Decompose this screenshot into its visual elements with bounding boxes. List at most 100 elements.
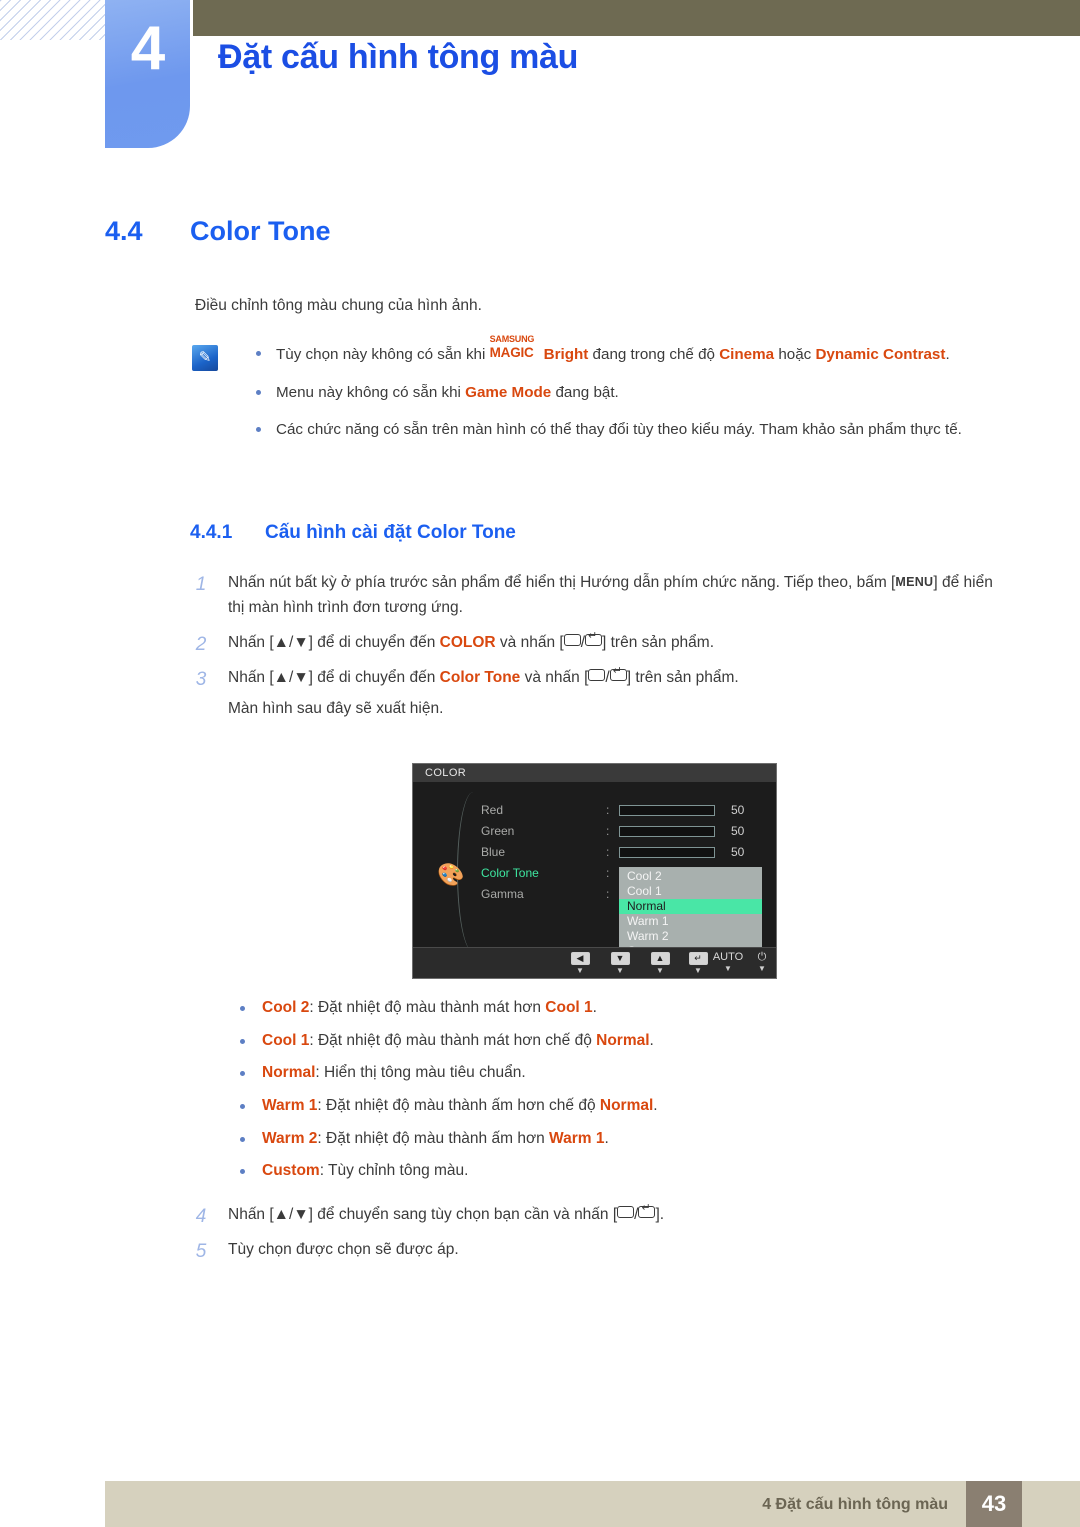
step-number: 3 <box>195 669 207 691</box>
osd-row-label: Blue <box>481 845 506 859</box>
chapter-title: Đặt cấu hình tông màu <box>218 38 579 76</box>
step-text: Nhấn [▲/▼] để di chuyển đến <box>228 669 440 687</box>
step-text-end: ] trên sản phẩm. <box>602 634 715 652</box>
osd-row-value: 50 <box>731 824 745 838</box>
note-list: Tùy chọn này không có sẵn khi SAMSUNG MAG… <box>246 334 996 456</box>
header-olive-bar <box>193 0 1080 36</box>
option-item-normal: Normal: Hiển thị tông màu tiêu chuẩn. <box>230 1062 970 1084</box>
option-desc: : Tùy chỉnh tông màu. <box>319 1162 469 1180</box>
intro-text: Điều chỉnh tông màu chung của hình ảnh. <box>195 297 482 314</box>
option-end: . <box>592 999 597 1016</box>
auto-label: AUTO <box>712 951 744 963</box>
step-item: 4 Nhấn [▲/▼] để chuyển sang tùy chọn bạn … <box>190 1202 1002 1227</box>
button-tick-icon: ▼ <box>616 966 624 975</box>
step-text: Nhấn nút bất kỳ ở phía trước sản phẩm để… <box>228 574 896 591</box>
step-list: 1 Nhấn nút bất kỳ ở phía trước sản phẩm đ… <box>190 570 1002 732</box>
source-key-icon <box>617 1206 635 1218</box>
note-pen-icon: ✎ <box>192 345 218 371</box>
button-tick-icon: ▼ <box>576 966 584 975</box>
osd-slider-green[interactable] <box>619 826 715 837</box>
footer-chapter-label: 4 Đặt cấu hình tông màu <box>762 1496 948 1513</box>
osd-slider-blue[interactable] <box>619 847 715 858</box>
step-note-text: Màn hình sau đây sẽ xuất hiện. <box>228 700 444 718</box>
subsection-title: Cấu hình cài đặt Color Tone <box>265 522 516 543</box>
section-number: 4.4 <box>105 216 143 246</box>
osd-title: COLOR <box>413 764 776 782</box>
step-list-continued: 4 Nhấn [▲/▼] để chuyển sang tùy chọn bạn … <box>190 1202 1002 1272</box>
step-text: Nhấn [▲/▼] để di chuyển đến <box>228 634 440 652</box>
enter-key-icon <box>609 665 627 682</box>
note-item: Các chức năng có sẵn trên màn hình có th… <box>246 418 996 442</box>
power-button[interactable]: ⏻ ▼ <box>745 952 779 973</box>
step-text: Tùy chọn được chọn sẽ được áp. <box>228 1241 459 1259</box>
highlight-cinema: Cinema <box>719 346 775 363</box>
auto-button[interactable]: AUTO ▼ <box>711 952 745 973</box>
option-name: Cool 1 <box>262 1031 310 1049</box>
option-desc: : Đặt nhiệt độ màu thành mát hơn chế độ <box>309 1031 597 1049</box>
step-number: 1 <box>195 574 207 595</box>
osd-screenshot: COLOR 🎨 Red : 50 Green : 50 Blue : 50 Co… <box>412 763 777 979</box>
osd-row-label: Color Tone <box>481 866 539 880</box>
option-list: Cool 2: Đặt nhiệt độ màu thành mát hơn C… <box>230 997 970 1193</box>
option-ref: Normal <box>596 1031 650 1049</box>
dropdown-item-cool1[interactable]: Cool 1 <box>619 884 762 899</box>
osd-row-green[interactable]: Green : 50 <box>481 821 771 842</box>
option-name: Warm 2 <box>262 1129 318 1147</box>
option-ref: Cool 1 <box>545 999 593 1016</box>
option-name: Normal <box>262 1064 316 1082</box>
option-item-cool1: Cool 1: Đặt nhiệt độ màu thành mát hơn c… <box>230 1030 970 1052</box>
note-text-mid: đang trong chế độ <box>588 346 720 363</box>
down-arrow-button[interactable]: ▼ ▼ <box>603 952 637 975</box>
osd-colon: : <box>606 824 610 838</box>
step-item: 1 Nhấn nút bất kỳ ở phía trước sản phẩm đ… <box>190 570 1002 620</box>
option-item-cool2: Cool 2: Đặt nhiệt độ màu thành mát hơn C… <box>230 997 970 1019</box>
note-text-end: . <box>945 346 950 363</box>
step-text: Nhấn [▲/▼] để chuyển sang tùy chọn bạn c… <box>228 1206 618 1223</box>
option-ref: Normal <box>599 1097 654 1115</box>
dropdown-item-warm1[interactable]: Warm 1 <box>619 914 762 929</box>
osd-row-label: Green <box>481 824 515 838</box>
osd-row-blue[interactable]: Blue : 50 <box>481 842 771 863</box>
note-text: Các chức năng có sẵn trên màn hình có th… <box>276 421 962 439</box>
dropdown-item-normal[interactable]: Normal <box>619 899 762 914</box>
button-tick-icon: ▼ <box>724 964 732 973</box>
osd-slider-red[interactable] <box>619 805 715 816</box>
option-name: Warm 1 <box>262 1097 318 1115</box>
step-text-end: ]. <box>655 1206 665 1223</box>
magic-bright-text: Bright <box>543 346 589 363</box>
pen-glyph: ✎ <box>198 349 212 366</box>
note-text-mid2: hoặc <box>774 346 816 363</box>
note-text-end: đang bật. <box>551 383 619 401</box>
osd-colon: : <box>606 845 610 859</box>
option-desc: : Đặt nhiệt độ màu thành ấm hơn <box>317 1129 550 1147</box>
down-arrow-icon: ▼ <box>610 952 630 965</box>
magic-bottom-text: MAGIC <box>489 345 534 360</box>
osd-colon: : <box>606 803 610 817</box>
step-item: 5 Tùy chọn được chọn sẽ được áp. <box>190 1237 1002 1262</box>
option-end: . <box>604 1129 609 1147</box>
osd-row-value: 50 <box>731 803 745 817</box>
page-number-badge: 43 <box>966 1481 1022 1527</box>
highlight-color: COLOR <box>439 634 496 652</box>
osd-row-red[interactable]: Red : 50 <box>481 800 771 821</box>
osd-row-label: Red <box>481 803 504 817</box>
enter-button[interactable]: ↵ ▼ <box>681 952 715 975</box>
step-text-mid: và nhấn [ <box>520 669 589 687</box>
osd-colon: : <box>606 887 610 901</box>
highlight-dynamic-contrast: Dynamic Contrast <box>815 346 946 363</box>
dropdown-item-warm2[interactable]: Warm 2 <box>619 929 762 944</box>
dropdown-item-cool2[interactable]: Cool 2 <box>619 869 762 884</box>
up-arrow-button[interactable]: ▲ ▼ <box>643 952 677 975</box>
samsung-magic-logo: SAMSUNG MAGIC <box>490 334 544 360</box>
step-item: 3 Nhấn [▲/▼] để di chuyển đến Color Tone … <box>190 665 1002 690</box>
left-arrow-icon: ◀ <box>570 952 590 965</box>
option-desc: : Đặt nhiệt độ màu thành ấm hơn chế độ <box>317 1097 600 1115</box>
step-text-mid: và nhấn [ <box>495 634 564 652</box>
button-tick-icon: ▼ <box>758 964 766 973</box>
option-desc: : Hiển thị tông màu tiêu chuẩn. <box>315 1064 526 1082</box>
option-item-custom: Custom: Tùy chỉnh tông màu. <box>230 1160 970 1182</box>
note-text: Tùy chọn này không có sẵn khi <box>276 346 490 363</box>
left-arrow-button[interactable]: ◀ ▼ <box>563 952 597 975</box>
page-title: 4.4 Color Tone <box>105 216 330 247</box>
option-ref: Warm 1 <box>549 1129 605 1147</box>
